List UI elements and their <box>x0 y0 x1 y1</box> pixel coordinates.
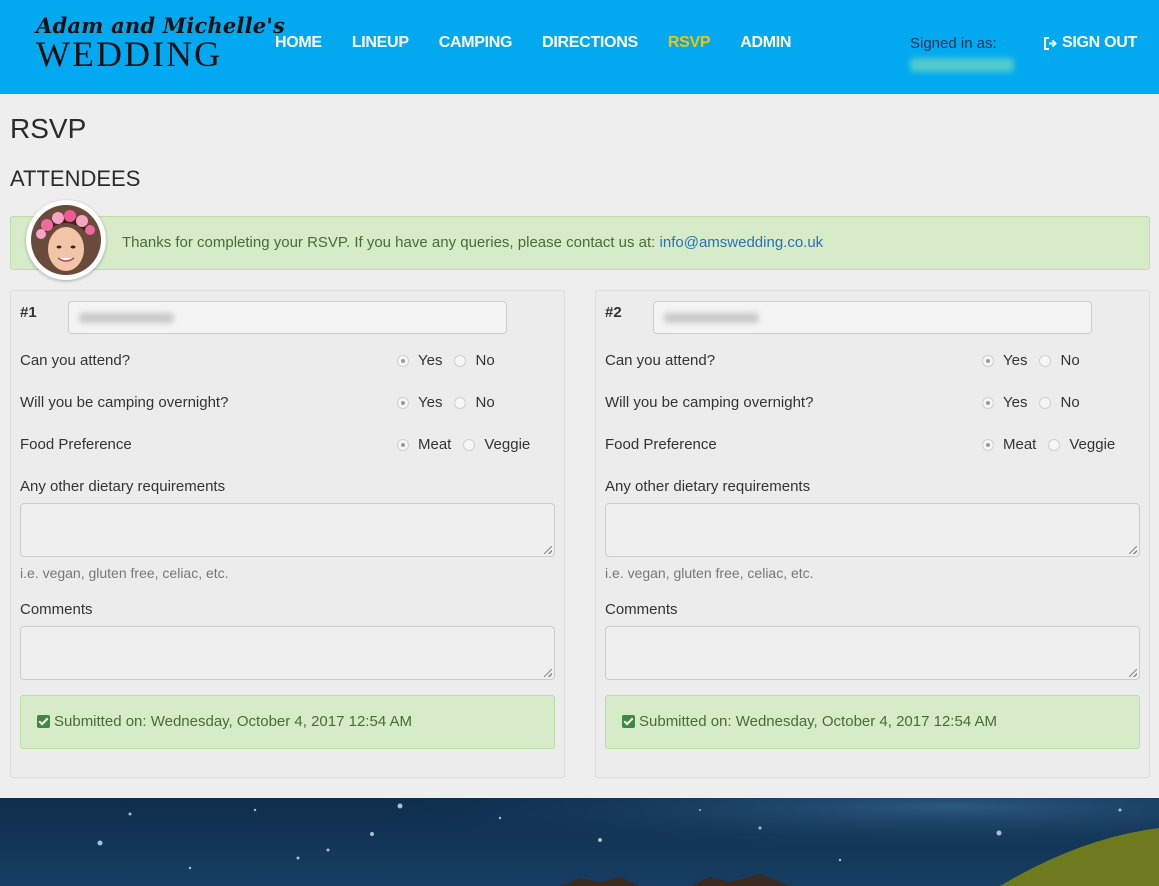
top-navbar: Adam and Michelle's WEDDING HOME LINEUP … <box>0 0 1159 94</box>
attend-no-label: No <box>1060 352 1080 369</box>
camping-no-label: No <box>475 394 495 411</box>
submitted-status: Submitted on: Wednesday, October 4, 2017… <box>605 695 1140 749</box>
camping-no-radio[interactable] <box>454 396 467 409</box>
food-meat-label: Meat <box>1003 436 1037 453</box>
comments-textarea[interactable] <box>20 626 555 680</box>
attend-no-radio[interactable] <box>1039 354 1052 367</box>
dietary-label: Any other dietary requirements <box>20 478 226 495</box>
attend-yes-radio[interactable] <box>397 354 409 367</box>
nav-lineup[interactable]: LINEUP <box>352 34 409 52</box>
attend-yes-label: Yes <box>1003 352 1028 369</box>
attend-question: Can you attend? <box>605 352 716 369</box>
camping-yes-label: Yes <box>418 394 443 411</box>
attendee-name-input[interactable] <box>68 301 507 334</box>
camping-yes-radio[interactable] <box>397 396 409 409</box>
dietary-hint: i.e. vegan, gluten free, celiac, etc. <box>605 565 814 581</box>
camping-question: Will you be camping overnight? <box>20 394 229 411</box>
alert-text: Thanks for completing your RSVP. If you … <box>122 234 656 251</box>
submitted-status: Submitted on: Wednesday, October 4, 2017… <box>20 695 555 749</box>
resize-grip-icon[interactable] <box>544 546 552 554</box>
contact-email-link[interactable]: info@amswedding.co.uk <box>660 234 824 251</box>
attendee-card-2: #2 Can you attend? Yes No Will you be ca… <box>595 290 1150 778</box>
sign-out-label: SIGN OUT <box>1062 34 1137 51</box>
camping-question: Will you be camping overnight? <box>605 394 814 411</box>
submitted-text-row: Submitted on: Wednesday, October 4, 2017… <box>622 713 997 730</box>
food-veggie-radio[interactable] <box>463 438 476 451</box>
attendee-number: #1 <box>20 304 37 321</box>
main-nav: HOME LINEUP CAMPING DIRECTIONS RSVP ADMI… <box>275 34 821 52</box>
comments-textarea[interactable] <box>605 626 1140 680</box>
attendee-card-1: #1 Can you attend? Yes No Will you be ca… <box>10 290 565 778</box>
food-question: Food Preference <box>605 436 717 453</box>
submitted-text: Submitted on: Wednesday, October 4, 2017… <box>54 713 413 730</box>
dietary-textarea[interactable] <box>605 503 1140 557</box>
attend-no-radio[interactable] <box>454 354 467 367</box>
redacted-name <box>79 313 174 323</box>
rsvp-complete-alert: Thanks for completing your RSVP. If you … <box>10 216 1150 270</box>
page-title: RSVP <box>10 113 87 144</box>
night-sky-illustration <box>0 798 1159 886</box>
nav-rsvp[interactable]: RSVP <box>668 34 711 52</box>
dietary-hint: i.e. vegan, gluten free, celiac, etc. <box>20 565 229 581</box>
dietary-label: Any other dietary requirements <box>605 478 811 495</box>
camping-yes-label: Yes <box>1003 394 1028 411</box>
submitted-text-row: Submitted on: Wednesday, October 4, 2017… <box>37 713 412 730</box>
dietary-textarea[interactable] <box>20 503 555 557</box>
camping-no-label: No <box>1060 394 1080 411</box>
attend-yes-label: Yes <box>418 352 443 369</box>
food-veggie-radio[interactable] <box>1048 438 1061 451</box>
submitted-text: Submitted on: Wednesday, October 4, 2017… <box>639 713 998 730</box>
sign-out-button[interactable]: SIGN OUT <box>1044 34 1137 52</box>
comments-label: Comments <box>20 601 93 618</box>
attend-no-label: No <box>475 352 495 369</box>
attendee-name-input[interactable] <box>653 301 1092 334</box>
check-square-icon <box>622 715 635 728</box>
signed-in-label: Signed in as: <box>910 35 997 52</box>
camping-no-radio[interactable] <box>1039 396 1052 409</box>
attend-yes-radio[interactable] <box>982 354 994 367</box>
camping-yes-radio[interactable] <box>982 396 994 409</box>
avatar-flower-crown-icon <box>31 205 101 275</box>
check-square-icon <box>37 715 50 728</box>
attend-radio-group: Yes No <box>982 352 1092 369</box>
food-veggie-label: Veggie <box>1069 436 1116 453</box>
brand-logo[interactable]: Adam and Michelle's WEDDING <box>36 14 285 74</box>
signed-in-user-redacted <box>910 58 1014 72</box>
nav-admin[interactable]: ADMIN <box>740 34 791 52</box>
nav-home[interactable]: HOME <box>275 34 322 52</box>
nav-camping[interactable]: CAMPING <box>439 34 513 52</box>
camping-radio-group: Yes No <box>397 394 507 411</box>
food-veggie-label: Veggie <box>484 436 531 453</box>
avatar <box>26 200 106 280</box>
food-meat-radio[interactable] <box>397 438 409 451</box>
camping-radio-group: Yes No <box>982 394 1092 411</box>
resize-grip-icon[interactable] <box>1129 669 1137 677</box>
food-meat-label: Meat <box>418 436 452 453</box>
redacted-name <box>664 313 759 323</box>
food-radio-group: Meat Veggie <box>397 436 542 453</box>
attend-radio-group: Yes No <box>397 352 507 369</box>
food-question: Food Preference <box>20 436 132 453</box>
resize-grip-icon[interactable] <box>1129 546 1137 554</box>
brand-line2: WEDDING <box>36 34 222 74</box>
attend-question: Can you attend? <box>20 352 131 369</box>
resize-grip-icon[interactable] <box>544 669 552 677</box>
food-meat-radio[interactable] <box>982 438 994 451</box>
comments-label: Comments <box>605 601 678 618</box>
sign-out-icon <box>1044 36 1057 50</box>
footer-night-sky <box>0 798 1159 886</box>
alert-message: Thanks for completing your RSVP. If you … <box>122 234 823 251</box>
attendee-number: #2 <box>605 304 622 321</box>
section-title: ATTENDEES <box>10 166 141 191</box>
food-radio-group: Meat Veggie <box>982 436 1127 453</box>
nav-directions[interactable]: DIRECTIONS <box>542 34 638 52</box>
